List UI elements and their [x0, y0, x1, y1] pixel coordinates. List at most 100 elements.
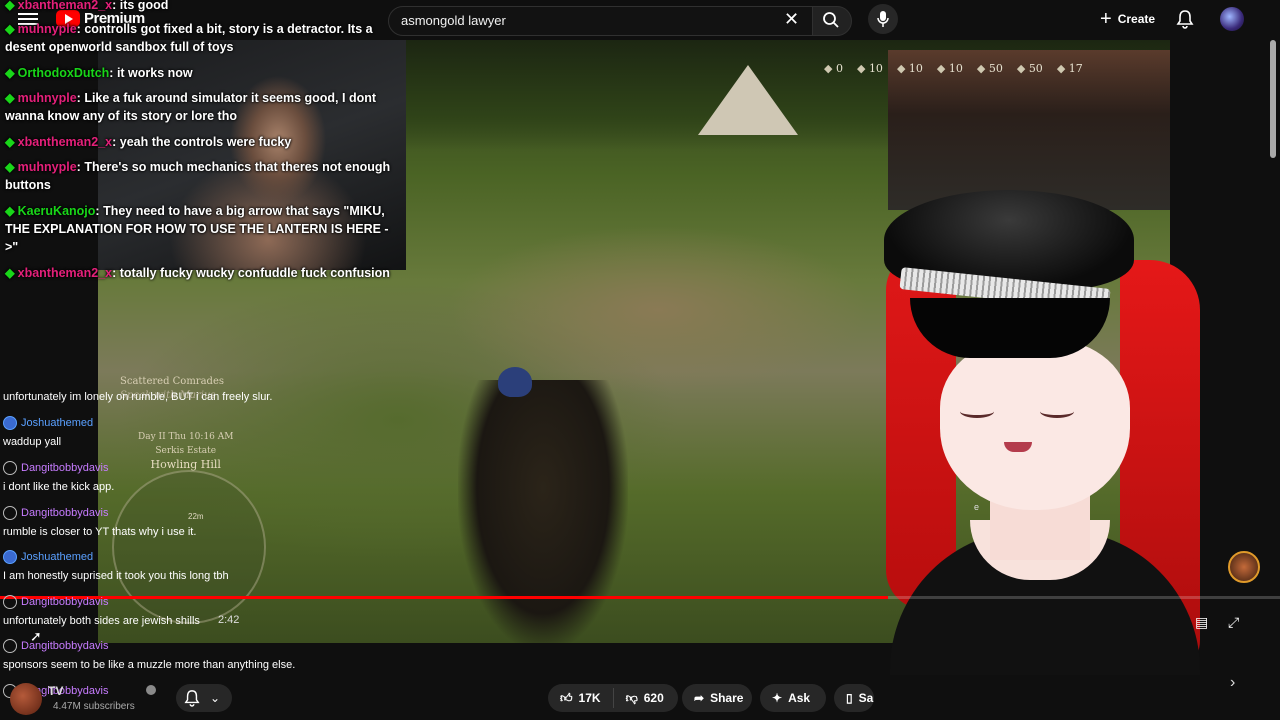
page-scrollbar[interactable] [1270, 40, 1276, 158]
chat-message: ◆ muhnyple: controlls got fixed a bit, st… [5, 22, 373, 54]
divider [612, 688, 614, 708]
user-icon [3, 595, 17, 609]
hud-resource: 0 [824, 62, 843, 75]
chat-text: unfortunately both sides are jewish shil… [3, 615, 200, 627]
game-resource-hud: 0 10 10 10 50 50 17 [824, 62, 1083, 75]
hud-resource: 10 [897, 62, 923, 75]
chat-username: muhnyple [17, 22, 77, 36]
chat-message: ◆ muhnyple: Like a fuk around simulator i… [5, 91, 377, 123]
user-icon [3, 506, 17, 520]
chat-text: it works now [116, 66, 193, 80]
subscriber-count: 4.47M subscribers [53, 701, 135, 712]
chevron-right-icon[interactable]: › [1230, 674, 1235, 692]
chat-text: waddup yall [3, 436, 62, 448]
save-button[interactable]: ▯ Sa [834, 684, 874, 712]
game-scene-tent [698, 65, 798, 135]
vtuber-avatar [880, 190, 1200, 720]
chat-diamond-icon: ◆ [5, 91, 15, 105]
search-icon [823, 12, 839, 28]
creator-avatar-icon[interactable] [1228, 551, 1260, 583]
bell-icon [184, 690, 200, 707]
chat-message: ◆ xbantheman2_x: totally fucky wucky conf… [5, 266, 390, 280]
chat-diamond-icon: ◆ [5, 0, 15, 12]
fullscreen-icon[interactable]: ⤢ [1228, 614, 1239, 631]
quest-title: Scattered Comrades [120, 376, 224, 387]
bookmark-icon: ▯ [846, 691, 853, 705]
video-progress-fill [0, 596, 889, 599]
user-icon [3, 461, 17, 475]
chat-diamond-icon: ◆ [5, 204, 15, 218]
chat-author: Joshuathemed [3, 416, 93, 430]
chat-diamond-icon: ◆ [5, 135, 15, 149]
chat-diamond-icon: ◆ [5, 266, 15, 280]
dislike-count[interactable]: 620 [644, 691, 664, 705]
chat-text: rumble is closer to YT thats why i use i… [3, 526, 197, 538]
like-dislike-group: 👍︎ 17K 👎︎ 620 [548, 684, 678, 712]
vtuber-cap-visor [910, 298, 1110, 358]
voice-search-button[interactable] [868, 4, 898, 34]
hud-resource: 50 [1017, 62, 1043, 75]
mouse-cursor-icon: ➚ [30, 628, 42, 644]
search-button[interactable] [812, 6, 852, 36]
video-progress-bar[interactable] [0, 596, 1280, 599]
chat-username: Dangitbobbydavis [21, 596, 109, 608]
search-box[interactable] [388, 6, 814, 36]
chat-text: unfortunately im lonely on rumble, BUT i… [3, 391, 273, 403]
account-avatar[interactable] [1220, 7, 1244, 31]
microphone-icon [877, 11, 889, 27]
chat-username: xbantheman2_x [17, 135, 113, 149]
share-button[interactable]: ➦ Share [682, 684, 752, 712]
search-input[interactable] [399, 12, 773, 29]
chat-username: Joshuathemed [21, 417, 94, 429]
channel-avatar[interactable] [10, 683, 42, 715]
chat-text: its good [119, 0, 169, 12]
captions-icon[interactable]: ▤ [1195, 614, 1208, 631]
chat-message: ◆ OrthodoxDutch: it works now [5, 66, 193, 80]
vtuber-face [940, 340, 1130, 510]
chat-text: totally fucky wucky confuddle fuck confu… [119, 266, 390, 280]
game-minimap: 22m [112, 470, 266, 624]
chat-author: Dangitbobbydavis [3, 506, 108, 520]
chat-text: I am honestly suprised it took you this … [3, 570, 229, 582]
day-time-text: Day II Thu 10:16 AM [138, 432, 234, 442]
game-character [458, 380, 628, 643]
video-time: 2:42 [218, 614, 240, 626]
verified-icon [146, 685, 156, 695]
chat-text: i dont like the kick app. [3, 481, 115, 493]
plus-icon: + [1100, 8, 1112, 30]
estate-name: Serkis Estate [155, 446, 217, 456]
create-label: Create [1117, 12, 1156, 26]
chat-text: sponsors seem to be like a muzzle more t… [3, 659, 296, 671]
hud-resource: 10 [937, 62, 963, 75]
chat-message: ◆ xbantheman2_x: yeah the controls were f… [5, 135, 292, 149]
chat-username: KaeruKanojo [17, 204, 96, 218]
vtuber-eye-left [960, 405, 994, 418]
chat-message: ◆ KaeruKanojo: They need to have a big ar… [5, 204, 389, 254]
bell-icon [1176, 10, 1194, 29]
subscribe-bell-button[interactable]: ⌄ [176, 684, 232, 712]
chat-username: Dangitbobbydavis [21, 507, 109, 519]
share-label: Share [710, 691, 744, 705]
notifications-button[interactable] [1176, 9, 1194, 34]
chevron-down-icon: ⌄ [210, 691, 221, 705]
thumbs-up-icon[interactable]: 👍︎ [560, 691, 573, 706]
chat-diamond-icon: ◆ [5, 160, 15, 174]
thumbs-down-icon[interactable]: 👎︎ [626, 691, 638, 706]
game-character-helmet [498, 367, 532, 397]
chat-author: Joshuathemed [3, 550, 93, 564]
chat-diamond-icon: ◆ [5, 22, 15, 36]
hud-resource: 10 [857, 62, 883, 75]
ask-label: Ask [788, 691, 811, 705]
minimap-distance: 22m [188, 512, 204, 521]
chat-username: Dangitbobbydavis [21, 462, 109, 474]
clear-search-icon[interactable]: ✕ [784, 10, 799, 28]
user-icon [3, 550, 17, 564]
like-count[interactable]: 17K [579, 691, 601, 705]
chat-username: OrthodoxDutch [17, 66, 110, 80]
create-button[interactable]: + Create [1090, 6, 1165, 32]
hud-resource: 17 [1057, 62, 1083, 75]
channel-name[interactable]: TV [48, 684, 63, 698]
share-icon: ➦ [694, 691, 705, 705]
ask-button[interactable]: ✦ Ask [760, 684, 826, 712]
chat-username: muhnyple [17, 160, 77, 174]
